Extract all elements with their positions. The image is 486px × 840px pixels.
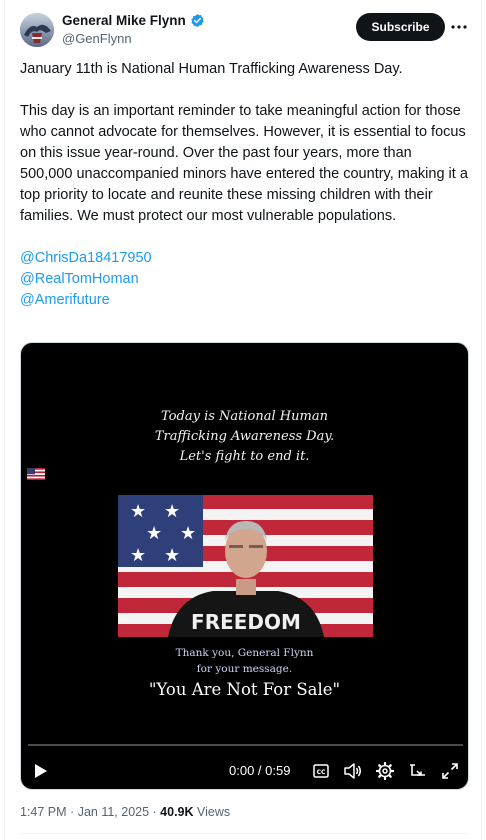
settings-icon[interactable] xyxy=(375,761,395,781)
author-handle[interactable]: @GenFlynn xyxy=(62,31,132,46)
views-count: 40.9K xyxy=(160,805,194,819)
captions-icon[interactable]: CC xyxy=(311,761,331,781)
video-title-text: Today is National Human Trafficking Awar… xyxy=(21,407,468,480)
video-title-line: Trafficking Awareness Day. xyxy=(154,429,335,444)
video-thanks-text: Thank you, General Flynn for your messag… xyxy=(21,645,468,677)
svg-text:★: ★ xyxy=(164,501,180,522)
author-name[interactable]: General Mike Flynn xyxy=(62,13,186,28)
video-progress-bar[interactable] xyxy=(28,744,463,746)
mention-link[interactable]: @ChrisDa18417950 xyxy=(20,248,468,269)
video-frame-photo: ★ ★ ★ ★ ★ ★ FREEDOM xyxy=(118,495,373,637)
subscribe-button[interactable]: Subscribe xyxy=(356,13,445,41)
video-player[interactable]: Today is National Human Trafficking Awar… xyxy=(20,342,469,790)
tweet-time[interactable]: 1:47 PM xyxy=(20,805,67,819)
us-flag-icon xyxy=(27,467,45,480)
tweet-card: General Mike Flynn @GenFlynn Subscribe J… xyxy=(4,0,482,840)
fullscreen-icon[interactable] xyxy=(440,761,460,781)
more-horizontal-icon[interactable] xyxy=(448,16,470,38)
video-thanks-line: Thank you, General Flynn xyxy=(175,647,314,659)
tweet-meta: 1:47 PM · Jan 11, 2025 · 40.9K Views xyxy=(20,805,231,819)
svg-text:CC: CC xyxy=(317,769,326,776)
volume-icon[interactable] xyxy=(343,761,363,781)
shirt-text: FREEDOM xyxy=(191,610,301,634)
divider xyxy=(20,833,468,834)
tweet-paragraph: This day is an important reminder to tak… xyxy=(20,103,468,224)
video-thanks-line: for your message. xyxy=(196,663,293,675)
svg-text:★: ★ xyxy=(146,523,162,544)
tweet-paragraph: January 11th is National Human Trafficki… xyxy=(20,61,403,77)
tweet-text: January 11th is National Human Trafficki… xyxy=(20,59,468,311)
video-time: 0:00 / 0:59 xyxy=(229,763,291,778)
views-label: Views xyxy=(197,805,231,819)
video-title-line: Let's fight to end it. xyxy=(179,449,310,464)
verified-badge-icon xyxy=(190,13,205,28)
play-icon[interactable] xyxy=(31,761,51,781)
video-controls: 0:00 / 0:59 CC xyxy=(21,757,468,785)
tweet-date[interactable]: Jan 11, 2025 xyxy=(78,805,149,819)
mention-link[interactable]: @Amerifuture xyxy=(20,290,468,311)
svg-text:★: ★ xyxy=(180,523,196,544)
video-title-line: Today is National Human xyxy=(161,409,328,424)
svg-text:★: ★ xyxy=(130,501,146,522)
video-caption: "You Are Not For Sale" xyxy=(148,680,341,699)
svg-text:★: ★ xyxy=(164,545,180,566)
author-name-row[interactable]: General Mike Flynn xyxy=(62,13,205,28)
picture-in-picture-icon[interactable] xyxy=(408,761,428,781)
avatar[interactable] xyxy=(20,13,54,47)
svg-text:★: ★ xyxy=(130,545,146,566)
mention-link[interactable]: @RealTomHoman xyxy=(20,269,468,290)
